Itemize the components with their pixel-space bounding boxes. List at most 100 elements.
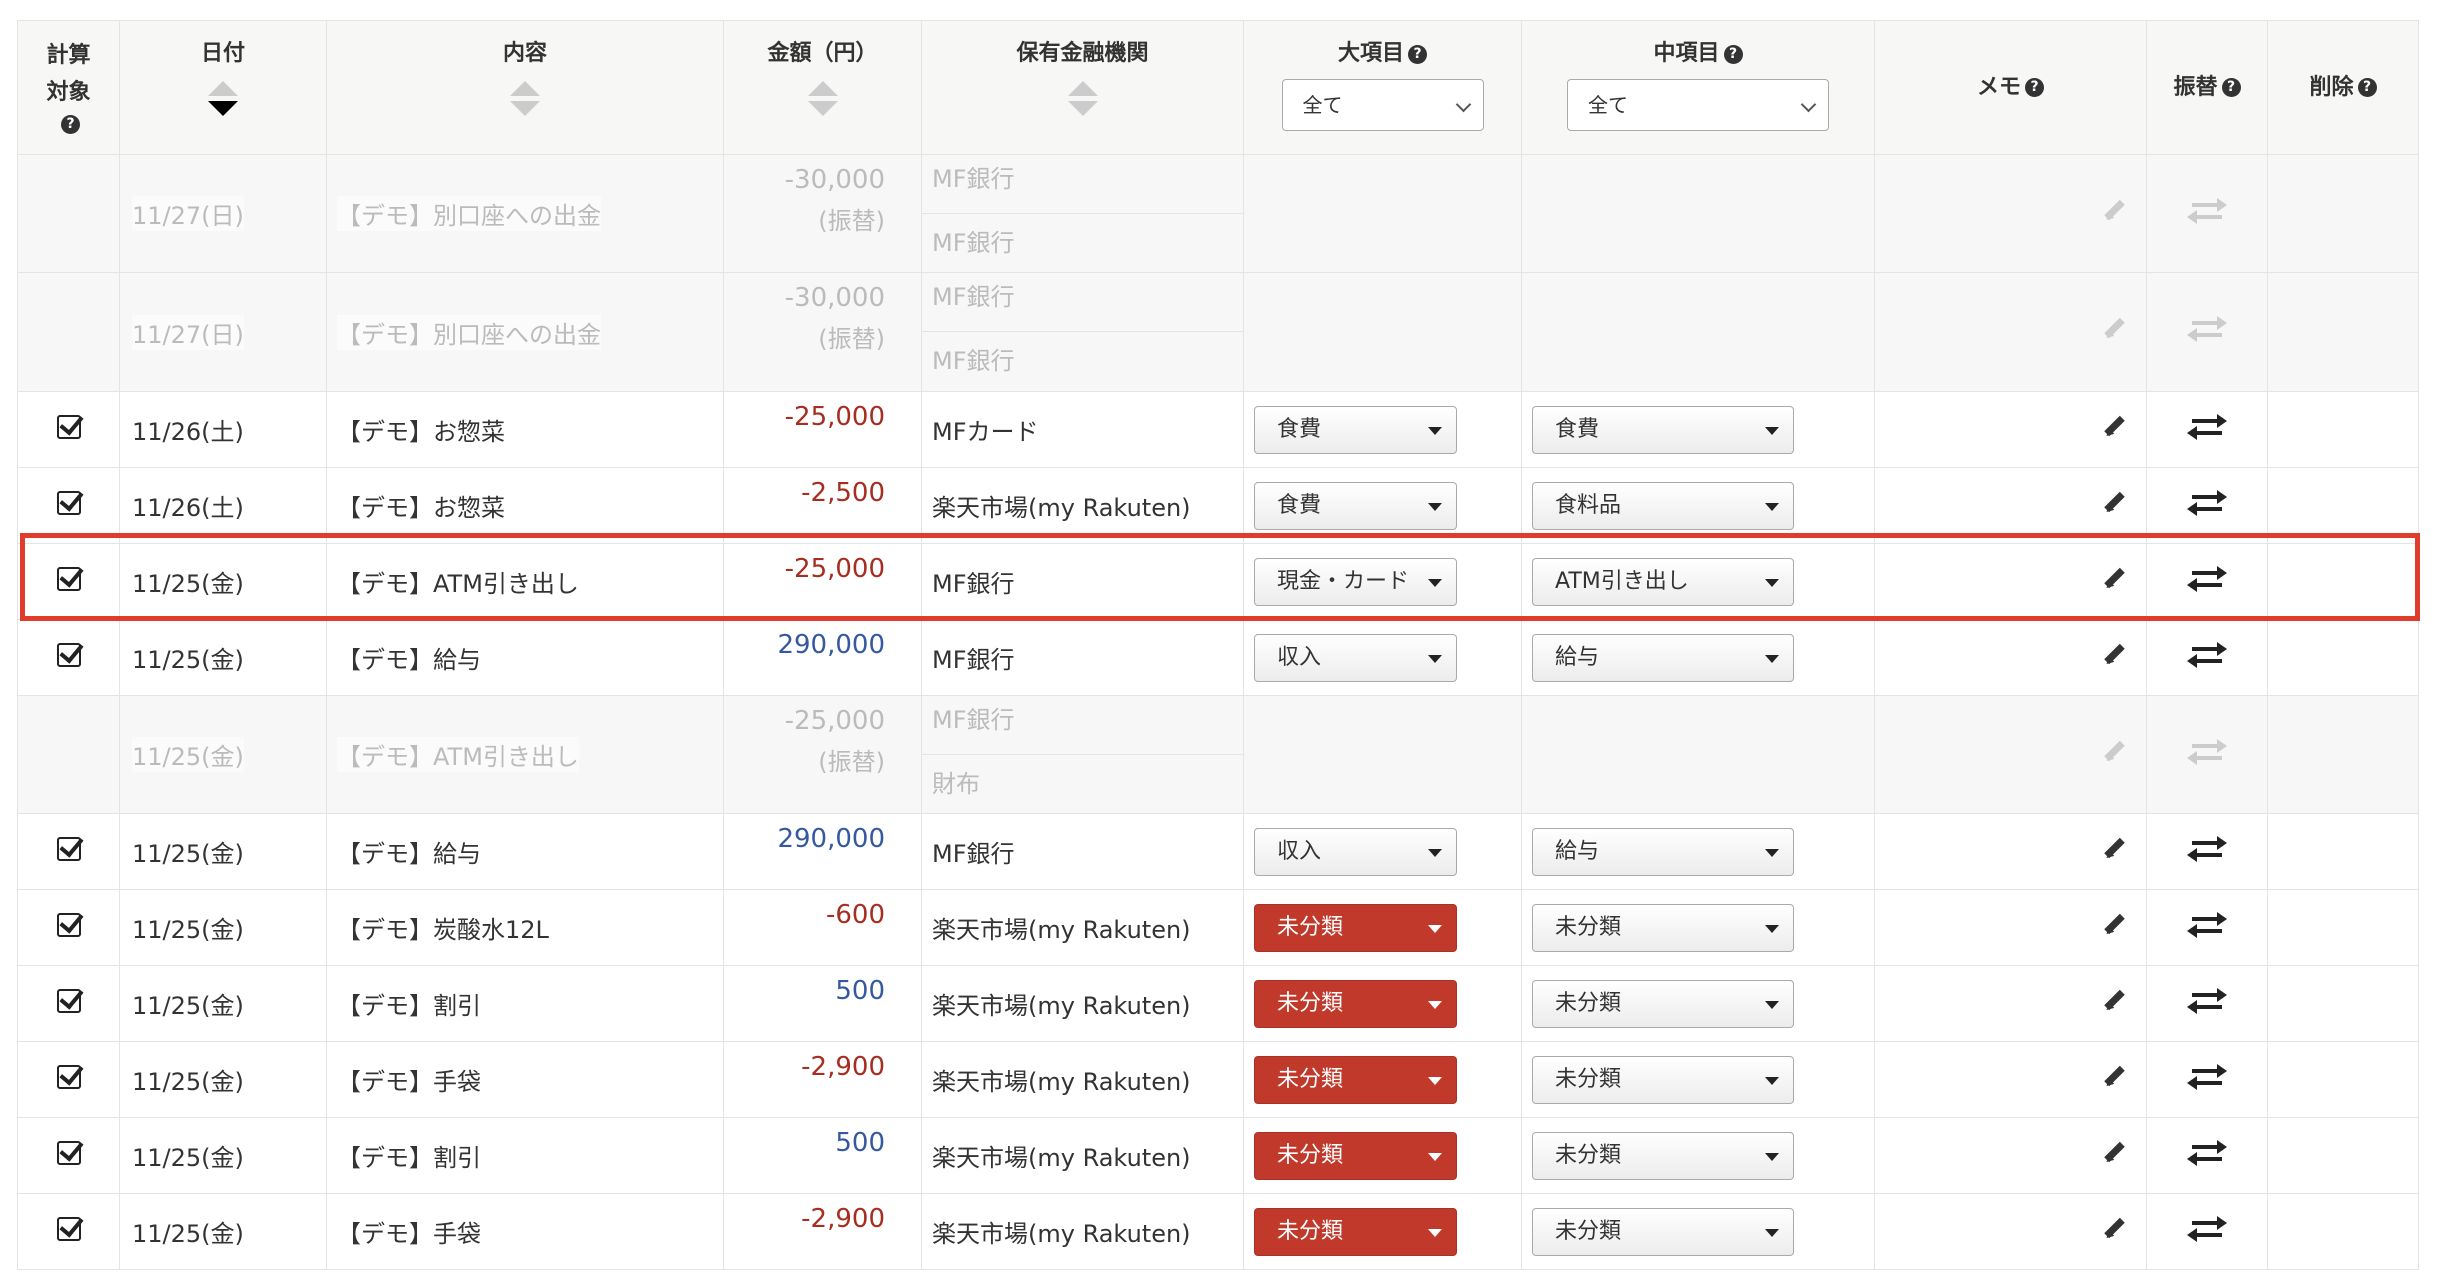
delete-cell: [2267, 154, 2419, 273]
institution-text: MF銀行: [932, 840, 1015, 868]
calc-target-checkbox[interactable]: [56, 642, 81, 667]
mid-category-dropdown[interactable]: 未分類: [1532, 1055, 1794, 1104]
pencil-icon[interactable]: [2102, 568, 2124, 590]
sort-content-button[interactable]: [510, 81, 540, 116]
transfer-arrows-icon[interactable]: [2187, 641, 2227, 669]
major-category-dropdown[interactable]: 食費: [1254, 481, 1457, 530]
calc-target-cell[interactable]: [17, 1117, 120, 1194]
date-cell: 11/25(金): [119, 813, 327, 890]
calc-target-cell[interactable]: [17, 1041, 120, 1118]
major-category-dropdown[interactable]: 未分類: [1254, 1131, 1457, 1180]
pencil-icon[interactable]: [2102, 1142, 2124, 1164]
transfer-arrows-icon[interactable]: [2187, 489, 2227, 517]
transfer-arrows-icon[interactable]: [2187, 413, 2227, 441]
calc-target-cell[interactable]: [17, 1193, 120, 1270]
date-cell: 11/26(土): [119, 467, 327, 544]
caret-down-icon: [1428, 1000, 1442, 1009]
content-cell[interactable]: 【デモ】給与: [326, 619, 724, 696]
calc-target-checkbox[interactable]: [56, 836, 81, 861]
major-category-dropdown[interactable]: 現金・カード: [1254, 557, 1457, 606]
pencil-icon[interactable]: [2102, 416, 2124, 438]
amount-text: -2,900: [801, 1052, 885, 1082]
calc-target-cell[interactable]: [17, 543, 120, 620]
content-cell[interactable]: 【デモ】炭酸水12L: [326, 889, 724, 966]
sort-date-button[interactable]: [208, 81, 238, 116]
mid-category-dropdown[interactable]: 食費: [1532, 405, 1794, 454]
mid-category-dropdown[interactable]: 食料品: [1532, 481, 1794, 530]
calc-target-checkbox[interactable]: [56, 988, 81, 1013]
transfer-arrows-icon[interactable]: [2187, 911, 2227, 939]
major-category-value: 未分類: [1277, 914, 1344, 940]
content-cell[interactable]: 【デモ】ATM引き出し: [326, 543, 724, 620]
calc-target-checkbox[interactable]: [56, 566, 81, 591]
major-category-dropdown[interactable]: 未分類: [1254, 1207, 1457, 1256]
sort-amount-button[interactable]: [807, 81, 838, 116]
calc-target-cell[interactable]: [17, 467, 120, 544]
mid-category-dropdown[interactable]: 未分類: [1532, 1207, 1794, 1256]
delete-cell: [2267, 619, 2419, 696]
amount-cell: 500: [723, 1117, 922, 1194]
help-icon[interactable]: ?: [2357, 78, 2377, 97]
help-icon[interactable]: ?: [61, 114, 80, 134]
pencil-icon[interactable]: [2102, 644, 2124, 666]
pencil-icon[interactable]: [2102, 492, 2124, 514]
help-icon[interactable]: ?: [2025, 78, 2044, 97]
mid-category-dropdown[interactable]: 給与: [1532, 633, 1794, 682]
content-cell[interactable]: 【デモ】お惣菜: [326, 467, 724, 544]
transaction-table-wrapper: 計算対象 ? 日付 内容 金額（円） 保有金融機関 大項目? 全て 中項目 ? …: [17, 20, 2419, 1270]
transfer-arrows-icon[interactable]: [2187, 1139, 2227, 1167]
calc-target-checkbox[interactable]: [56, 490, 81, 515]
calc-target-cell[interactable]: [17, 619, 120, 696]
calc-target-checkbox[interactable]: [56, 912, 81, 937]
calc-target-checkbox[interactable]: [56, 1140, 81, 1165]
institution-cell: 楽天市場(my Rakuten): [921, 1193, 1244, 1270]
calc-target-checkbox[interactable]: [56, 1064, 81, 1089]
pencil-icon[interactable]: [2102, 1218, 2124, 1240]
help-icon[interactable]: ?: [2221, 78, 2241, 97]
content-cell[interactable]: 【デモ】お惣菜: [326, 391, 724, 468]
transfer-arrows-icon[interactable]: [2187, 1215, 2227, 1243]
calc-target-checkbox[interactable]: [56, 1216, 81, 1241]
calc-target-cell[interactable]: [17, 813, 120, 890]
major-category-cell: 未分類: [1243, 1041, 1522, 1118]
major-category-filter-select[interactable]: 全て: [1281, 79, 1484, 131]
mid-category-value: ATM引き出し: [1555, 568, 1689, 594]
calc-target-checkbox[interactable]: [56, 414, 81, 439]
mid-category-dropdown[interactable]: 給与: [1532, 827, 1794, 876]
major-category-dropdown[interactable]: 未分類: [1254, 1055, 1457, 1104]
sort-institution-button[interactable]: [1067, 81, 1098, 116]
content-cell[interactable]: 【デモ】手袋: [326, 1193, 724, 1270]
pencil-icon[interactable]: [2102, 990, 2124, 1012]
pencil-icon[interactable]: [2102, 914, 2124, 936]
calc-target-cell[interactable]: [17, 965, 120, 1042]
content-cell[interactable]: 【デモ】割引: [326, 1117, 724, 1194]
content-cell[interactable]: 【デモ】給与: [326, 813, 724, 890]
transfer-arrows-icon[interactable]: [2187, 1063, 2227, 1091]
pencil-icon[interactable]: [2102, 838, 2124, 860]
major-category-dropdown[interactable]: 収入: [1254, 827, 1457, 876]
content-cell[interactable]: 【デモ】手袋: [326, 1041, 724, 1118]
major-category-dropdown[interactable]: 収入: [1254, 633, 1457, 682]
transfer-arrows-icon[interactable]: [2187, 835, 2227, 863]
date-cell: 11/25(金): [119, 1117, 327, 1194]
sort-asc-icon: [208, 81, 238, 96]
help-icon[interactable]: ?: [1408, 44, 1427, 64]
major-category-dropdown[interactable]: 未分類: [1254, 903, 1457, 952]
sort-asc-icon: [807, 81, 838, 96]
calc-target-cell[interactable]: [17, 889, 120, 966]
mid-category-dropdown[interactable]: ATM引き出し: [1532, 557, 1794, 606]
mid-category-dropdown[interactable]: 未分類: [1532, 1131, 1794, 1180]
calc-target-cell[interactable]: [17, 391, 120, 468]
mid-category-filter-select[interactable]: 全て: [1567, 79, 1829, 131]
pencil-icon[interactable]: [2102, 1066, 2124, 1088]
sort-asc-icon: [510, 81, 540, 96]
help-icon[interactable]: ?: [1723, 44, 1743, 64]
table-row: 11/25(金) 【デモ】手袋 -2,900 楽天市場(my Rakuten) 未分類 未…: [17, 1193, 2419, 1270]
major-category-dropdown[interactable]: 食費: [1254, 405, 1457, 454]
mid-category-dropdown[interactable]: 未分類: [1532, 903, 1794, 952]
major-category-dropdown[interactable]: 未分類: [1254, 979, 1457, 1028]
content-cell[interactable]: 【デモ】割引: [326, 965, 724, 1042]
mid-category-dropdown[interactable]: 未分類: [1532, 979, 1794, 1028]
transfer-arrows-icon[interactable]: [2187, 987, 2227, 1015]
transfer-arrows-icon[interactable]: [2187, 565, 2227, 593]
